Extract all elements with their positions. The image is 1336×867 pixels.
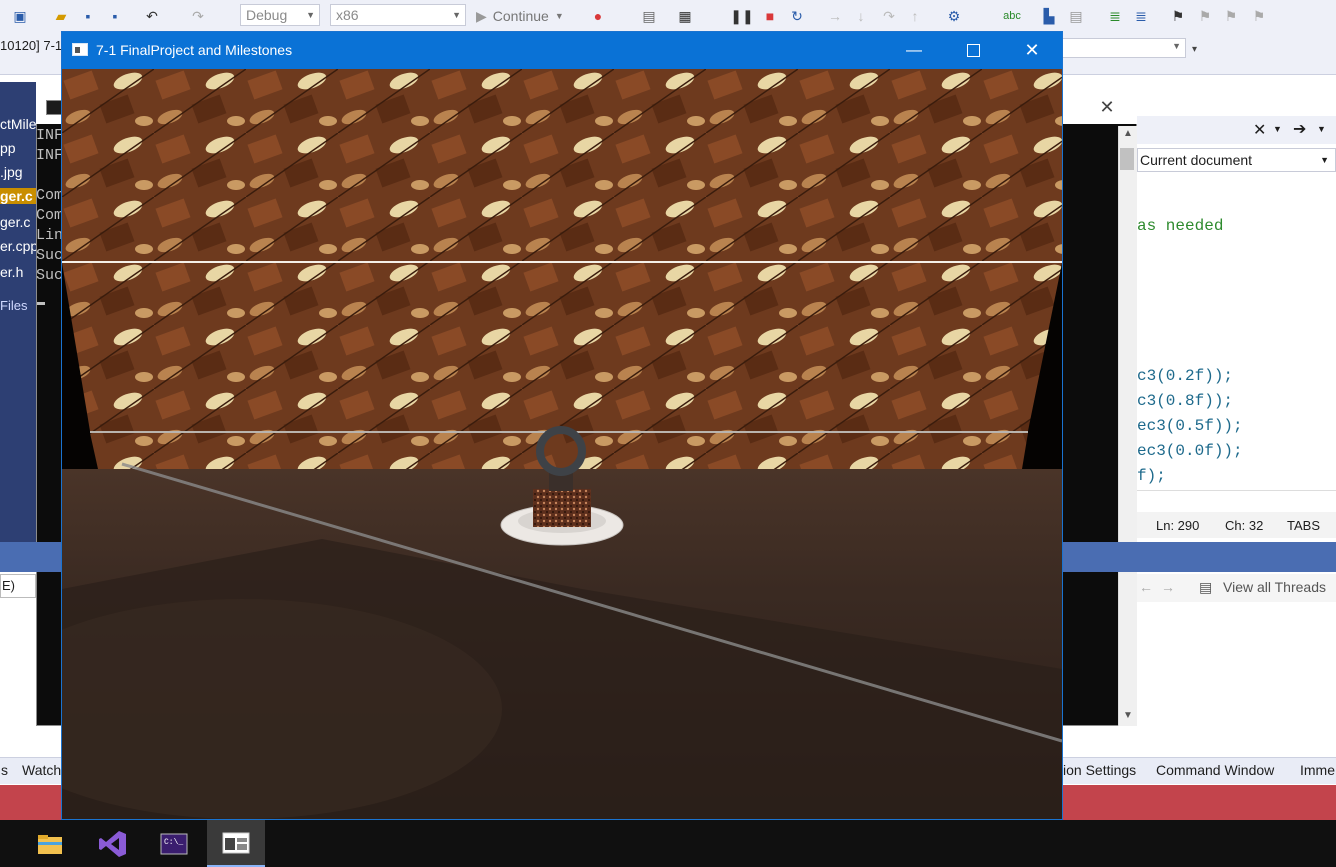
wall-lower-strip: [90, 433, 1028, 469]
find-bar: ✕ ▼ ➔ ▼: [1137, 116, 1336, 144]
solution-item[interactable]: Files: [0, 298, 27, 313]
solution-explorer: ctMile pp .jpg ger.c ger.c er.cpp er.h F…: [0, 82, 36, 542]
tab-command-window[interactable]: Command Window: [1156, 762, 1274, 778]
pause-icon[interactable]: ❚❚: [730, 6, 753, 26]
minimize-icon[interactable]: —: [885, 32, 943, 69]
close-icon[interactable]: ✕: [1003, 32, 1061, 69]
open-folder-icon[interactable]: ▰: [52, 6, 70, 26]
scroll-down-icon[interactable]: ▼: [1123, 710, 1133, 721]
code-line: f);: [1137, 467, 1166, 485]
indent-mode: TABS: [1287, 518, 1320, 533]
cake-slice: [533, 489, 591, 527]
step-next-icon[interactable]: →: [826, 6, 844, 26]
platform-select[interactable]: x86 ▼: [330, 4, 466, 26]
render-viewport[interactable]: [62, 69, 1062, 819]
play-icon: ▶: [476, 7, 487, 24]
overflow-icon[interactable]: ▾: [1192, 44, 1197, 55]
column-number: Ch: 32: [1225, 518, 1264, 533]
ceiling-plane: [62, 69, 1062, 261]
clear-bookmarks-icon[interactable]: ⚑: [1250, 6, 1268, 26]
code-editor[interactable]: as needed c3(0.2f)); c3(0.8f)); ec3(0.5f…: [1137, 178, 1336, 490]
window-title: 7-1 FinalProject and Milestones: [96, 42, 293, 58]
find-next-icon[interactable]: ➔: [1293, 119, 1306, 139]
undo-icon[interactable]: ↶: [142, 6, 162, 26]
maximize-icon[interactable]: [944, 32, 1002, 69]
solution-item[interactable]: ger.c: [0, 214, 30, 230]
scroll-up-icon[interactable]: ▲: [1123, 128, 1133, 139]
close-find-icon[interactable]: ✕: [1253, 120, 1266, 140]
line-number: Ln: 290: [1156, 518, 1200, 533]
opengl-app-icon[interactable]: [207, 820, 265, 867]
taskbar: [0, 820, 1336, 867]
step-out-icon[interactable]: ↑: [906, 6, 924, 26]
code-line: ec3(0.0f));: [1137, 442, 1243, 460]
solution-item[interactable]: pp: [0, 140, 16, 156]
console-close-icon[interactable]: ✕: [1097, 94, 1117, 120]
solution-item[interactable]: er.cpp: [0, 238, 36, 254]
document-tab[interactable]: 10120] 7-1: [0, 38, 62, 53]
code-comment: as needed: [1137, 217, 1224, 235]
solution-item[interactable]: .jpg: [0, 164, 23, 180]
prev-bookmark-icon[interactable]: ⚑: [1196, 6, 1214, 26]
solution-item-selected[interactable]: ger.c: [0, 188, 36, 204]
navigation-dropdown[interactable]: ▼: [1060, 38, 1186, 58]
restart-icon[interactable]: ↻: [788, 6, 806, 26]
configuration-select[interactable]: Debug ▼: [240, 4, 320, 26]
tab-settings[interactable]: ion Settings: [1063, 762, 1136, 778]
back-wall: [62, 263, 1062, 431]
forward-icon[interactable]: →: [1161, 579, 1175, 595]
console-scroll-thumb[interactable]: [1120, 148, 1134, 170]
tab-immediate[interactable]: Imme: [1300, 762, 1335, 778]
comment-icon[interactable]: ▙: [1040, 6, 1058, 26]
view-all-threads-button[interactable]: View all Threads: [1223, 579, 1326, 595]
outdent-icon[interactable]: ≣: [1132, 6, 1150, 26]
continue-button[interactable]: ▶ Continue ▼: [476, 5, 564, 27]
editor-status: Ln: 290 Ch: 32 TABS: [1137, 512, 1336, 538]
redo-icon[interactable]: ↷: [188, 6, 208, 26]
solution-item[interactable]: er.h: [0, 264, 23, 280]
uncomment-icon[interactable]: ▤: [1066, 6, 1086, 26]
step-into-icon[interactable]: ↓: [852, 6, 870, 26]
console-scrollbar[interactable]: ▲ ▼: [1118, 126, 1137, 726]
new-item-icon[interactable]: ▣: [8, 6, 32, 26]
bookmark-icon[interactable]: ⚑: [1170, 6, 1186, 26]
code-line: c3(0.8f));: [1137, 392, 1234, 410]
code-line: c3(0.2f));: [1137, 367, 1234, 385]
threads-toolbar: ← → ▤ View all Threads: [1137, 574, 1336, 602]
save-all-icon[interactable]: ▪: [106, 6, 124, 26]
diagnostics-icon[interactable]: ⚙: [944, 6, 964, 26]
console-cursor: [37, 302, 45, 305]
chevron-down-icon: ▼: [554, 11, 564, 21]
chevron-down-icon: ▼: [452, 10, 461, 20]
window-layout-icon[interactable]: ▦: [676, 6, 694, 26]
window-app-icon: [72, 43, 88, 56]
file-explorer-icon[interactable]: [26, 820, 74, 867]
spellcheck-icon[interactable]: abc: [1000, 6, 1024, 26]
solution-item[interactable]: ctMile: [0, 116, 36, 132]
find-scope-select[interactable]: Current document ▼: [1137, 148, 1336, 172]
indent-icon[interactable]: ≣: [1106, 6, 1124, 26]
hot-reload-icon[interactable]: ●: [588, 6, 608, 26]
next-bookmark-icon[interactable]: ⚑: [1222, 6, 1240, 26]
console-icon[interactable]: C:\_: [150, 820, 198, 867]
back-icon[interactable]: ←: [1139, 579, 1153, 595]
code-line: ec3(0.5f));: [1137, 417, 1243, 435]
tab-left-1[interactable]: s: [1, 762, 8, 778]
threads-icon: ▤: [1199, 579, 1213, 595]
step-over-icon[interactable]: ↷: [880, 6, 898, 26]
save-icon[interactable]: ▪: [80, 6, 96, 26]
stop-icon[interactable]: ■: [762, 6, 778, 26]
expression-field[interactable]: E): [0, 574, 36, 598]
tab-watch[interactable]: Watch: [22, 762, 61, 778]
editor-hscroll[interactable]: [1137, 490, 1336, 513]
svg-text:C:\_: C:\_: [164, 838, 183, 847]
visual-studio-icon[interactable]: [89, 820, 137, 867]
chevron-down-icon[interactable]: ▼: [1317, 124, 1326, 134]
chevron-down-icon: ▼: [1320, 155, 1329, 165]
chevron-down-icon: ▼: [306, 10, 315, 20]
chevron-down-icon[interactable]: ▼: [1273, 124, 1282, 134]
console-output: INF INF Com Com Lin Suc Suc: [36, 127, 64, 284]
process-icon[interactable]: ▤: [640, 6, 658, 26]
chevron-down-icon: ▼: [1172, 41, 1181, 51]
